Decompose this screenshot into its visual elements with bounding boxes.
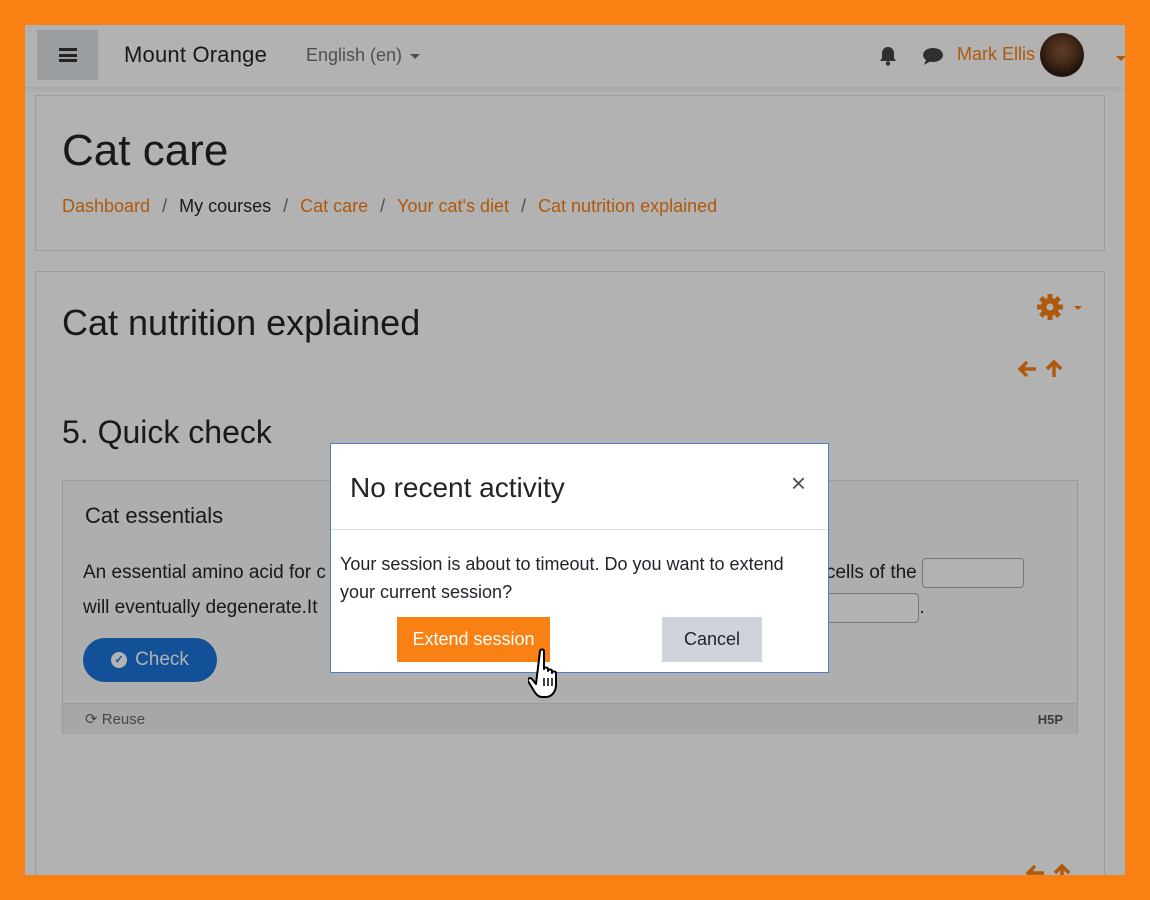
dialog-message: Your session is about to timeout. Do you… xyxy=(340,554,784,602)
cancel-button[interactable]: Cancel xyxy=(662,617,762,662)
hand-cursor-icon xyxy=(526,648,568,705)
dialog-title: No recent activity xyxy=(350,472,565,503)
close-icon[interactable]: × xyxy=(791,468,806,499)
page-frame: Mount Orange English (en) Mark Ellis Cat… xyxy=(25,25,1125,875)
session-timeout-dialog: No recent activity × Your session is abo… xyxy=(330,443,829,673)
dialog-header: No recent activity × xyxy=(331,444,828,530)
